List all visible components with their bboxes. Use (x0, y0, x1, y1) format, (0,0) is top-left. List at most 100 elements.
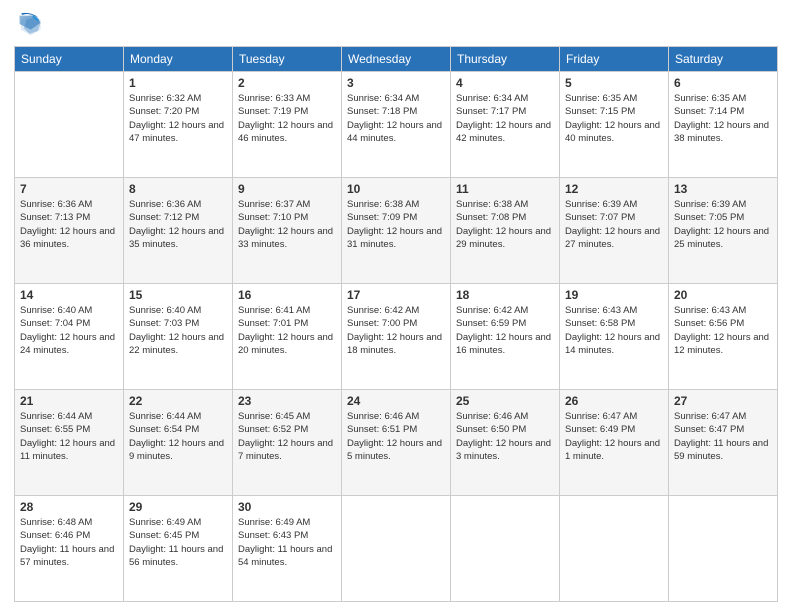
day-number: 14 (20, 288, 118, 302)
day-number: 7 (20, 182, 118, 196)
calendar-cell: 6 Sunrise: 6:35 AMSunset: 7:14 PMDaylight… (669, 72, 778, 178)
day-info: Sunrise: 6:37 AMSunset: 7:10 PMDaylight:… (238, 198, 336, 251)
calendar-header-friday: Friday (560, 47, 669, 72)
calendar-cell: 25 Sunrise: 6:46 AMSunset: 6:50 PMDayligh… (451, 390, 560, 496)
day-number: 27 (674, 394, 772, 408)
calendar-week-5: 28 Sunrise: 6:48 AMSunset: 6:46 PMDayligh… (15, 496, 778, 602)
day-number: 17 (347, 288, 445, 302)
day-info: Sunrise: 6:38 AMSunset: 7:08 PMDaylight:… (456, 198, 554, 251)
day-info: Sunrise: 6:35 AMSunset: 7:15 PMDaylight:… (565, 92, 663, 145)
calendar-cell (669, 496, 778, 602)
calendar-cell: 3Sunrise: 6:34 AMSunset: 7:18 PMDaylight… (342, 72, 451, 178)
calendar-week-2: 7 Sunrise: 6:36 AMSunset: 7:13 PMDaylight… (15, 178, 778, 284)
day-info: Sunrise: 6:43 AMSunset: 6:56 PMDaylight:… (674, 304, 772, 357)
calendar-cell: 15Sunrise: 6:40 AMSunset: 7:03 PMDayligh… (124, 284, 233, 390)
day-number: 22 (129, 394, 227, 408)
day-number: 30 (238, 500, 336, 514)
calendar-cell: 29 Sunrise: 6:49 AMSunset: 6:45 PMDayligh… (124, 496, 233, 602)
day-info: Sunrise: 6:44 AMSunset: 6:54 PMDaylight:… (129, 410, 227, 463)
logo (14, 10, 46, 38)
calendar-header-thursday: Thursday (451, 47, 560, 72)
day-number: 15 (129, 288, 227, 302)
calendar-cell: 18 Sunrise: 6:42 AMSunset: 6:59 PMDayligh… (451, 284, 560, 390)
day-number: 18 (456, 288, 554, 302)
page-header (14, 10, 778, 38)
day-info: Sunrise: 6:36 AMSunset: 7:12 PMDaylight:… (129, 198, 227, 251)
day-info: Sunrise: 6:36 AMSunset: 7:13 PMDaylight:… (20, 198, 118, 251)
day-info: Sunrise: 6:39 AMSunset: 7:07 PMDaylight:… (565, 198, 663, 251)
day-number: 21 (20, 394, 118, 408)
day-info: Sunrise: 6:49 AMSunset: 6:45 PMDaylight:… (129, 516, 227, 569)
calendar-cell: 28 Sunrise: 6:48 AMSunset: 6:46 PMDayligh… (15, 496, 124, 602)
calendar-cell: 7 Sunrise: 6:36 AMSunset: 7:13 PMDaylight… (15, 178, 124, 284)
day-info: Sunrise: 6:33 AMSunset: 7:19 PMDaylight:… (238, 92, 336, 145)
day-number: 5 (565, 76, 663, 90)
day-info: Sunrise: 6:32 AMSunset: 7:20 PMDaylight:… (129, 92, 227, 145)
day-info: Sunrise: 6:39 AMSunset: 7:05 PMDaylight:… (674, 198, 772, 251)
calendar-cell: 23 Sunrise: 6:45 AMSunset: 6:52 PMDayligh… (233, 390, 342, 496)
day-number: 9 (238, 182, 336, 196)
calendar-week-1: 1 Sunrise: 6:32 AMSunset: 7:20 PMDaylight… (15, 72, 778, 178)
calendar-header-row: SundayMondayTuesdayWednesdayThursdayFrid… (15, 47, 778, 72)
calendar-cell: 19Sunrise: 6:43 AMSunset: 6:58 PMDayligh… (560, 284, 669, 390)
calendar-cell: 22 Sunrise: 6:44 AMSunset: 6:54 PMDayligh… (124, 390, 233, 496)
calendar-cell (15, 72, 124, 178)
day-info: Sunrise: 6:45 AMSunset: 6:52 PMDaylight:… (238, 410, 336, 463)
calendar-cell: 12 Sunrise: 6:39 AMSunset: 7:07 PMDayligh… (560, 178, 669, 284)
calendar-cell: 26 Sunrise: 6:47 AMSunset: 6:49 PMDayligh… (560, 390, 669, 496)
day-info: Sunrise: 6:34 AMSunset: 7:18 PMDaylight:… (347, 92, 445, 145)
day-info: Sunrise: 6:46 AMSunset: 6:50 PMDaylight:… (456, 410, 554, 463)
day-info: Sunrise: 6:47 AMSunset: 6:49 PMDaylight:… (565, 410, 663, 463)
day-info: Sunrise: 6:34 AMSunset: 7:17 PMDaylight:… (456, 92, 554, 145)
calendar-header-monday: Monday (124, 47, 233, 72)
day-number: 24 (347, 394, 445, 408)
day-info: Sunrise: 6:44 AMSunset: 6:55 PMDaylight:… (20, 410, 118, 463)
calendar-cell: 5 Sunrise: 6:35 AMSunset: 7:15 PMDaylight… (560, 72, 669, 178)
calendar-cell: 21 Sunrise: 6:44 AMSunset: 6:55 PMDayligh… (15, 390, 124, 496)
calendar-cell: 10 Sunrise: 6:38 AMSunset: 7:09 PMDayligh… (342, 178, 451, 284)
day-number: 26 (565, 394, 663, 408)
calendar-cell: 20 Sunrise: 6:43 AMSunset: 6:56 PMDayligh… (669, 284, 778, 390)
day-number: 29 (129, 500, 227, 514)
calendar-cell: 14 Sunrise: 6:40 AMSunset: 7:04 PMDayligh… (15, 284, 124, 390)
calendar-cell (560, 496, 669, 602)
day-number: 25 (456, 394, 554, 408)
calendar-cell: 13 Sunrise: 6:39 AMSunset: 7:05 PMDayligh… (669, 178, 778, 284)
calendar-header-saturday: Saturday (669, 47, 778, 72)
calendar-cell: 4 Sunrise: 6:34 AMSunset: 7:17 PMDaylight… (451, 72, 560, 178)
day-number: 23 (238, 394, 336, 408)
calendar-cell: 16 Sunrise: 6:41 AMSunset: 7:01 PMDayligh… (233, 284, 342, 390)
day-info: Sunrise: 6:42 AMSunset: 6:59 PMDaylight:… (456, 304, 554, 357)
day-number: 13 (674, 182, 772, 196)
day-number: 20 (674, 288, 772, 302)
day-info: Sunrise: 6:48 AMSunset: 6:46 PMDaylight:… (20, 516, 118, 569)
calendar-cell: 24 Sunrise: 6:46 AMSunset: 6:51 PMDayligh… (342, 390, 451, 496)
calendar-cell (342, 496, 451, 602)
day-number: 28 (20, 500, 118, 514)
calendar-week-3: 14 Sunrise: 6:40 AMSunset: 7:04 PMDayligh… (15, 284, 778, 390)
calendar-week-4: 21 Sunrise: 6:44 AMSunset: 6:55 PMDayligh… (15, 390, 778, 496)
day-info: Sunrise: 6:41 AMSunset: 7:01 PMDaylight:… (238, 304, 336, 357)
calendar-table: SundayMondayTuesdayWednesdayThursdayFrid… (14, 46, 778, 602)
logo-icon (14, 10, 42, 38)
calendar-cell: 8Sunrise: 6:36 AMSunset: 7:12 PMDaylight… (124, 178, 233, 284)
day-number: 1 (129, 76, 227, 90)
day-number: 6 (674, 76, 772, 90)
day-number: 10 (347, 182, 445, 196)
day-number: 12 (565, 182, 663, 196)
calendar-cell: 2 Sunrise: 6:33 AMSunset: 7:19 PMDaylight… (233, 72, 342, 178)
day-number: 16 (238, 288, 336, 302)
calendar-header-sunday: Sunday (15, 47, 124, 72)
calendar-cell: 30Sunrise: 6:49 AMSunset: 6:43 PMDayligh… (233, 496, 342, 602)
day-info: Sunrise: 6:47 AMSunset: 6:47 PMDaylight:… (674, 410, 772, 463)
calendar-cell: 9 Sunrise: 6:37 AMSunset: 7:10 PMDaylight… (233, 178, 342, 284)
calendar-cell: 1 Sunrise: 6:32 AMSunset: 7:20 PMDaylight… (124, 72, 233, 178)
day-number: 2 (238, 76, 336, 90)
day-info: Sunrise: 6:46 AMSunset: 6:51 PMDaylight:… (347, 410, 445, 463)
day-info: Sunrise: 6:40 AMSunset: 7:04 PMDaylight:… (20, 304, 118, 357)
calendar-header-wednesday: Wednesday (342, 47, 451, 72)
day-info: Sunrise: 6:43 AMSunset: 6:58 PMDaylight:… (565, 304, 663, 357)
day-info: Sunrise: 6:35 AMSunset: 7:14 PMDaylight:… (674, 92, 772, 145)
day-number: 4 (456, 76, 554, 90)
day-info: Sunrise: 6:38 AMSunset: 7:09 PMDaylight:… (347, 198, 445, 251)
